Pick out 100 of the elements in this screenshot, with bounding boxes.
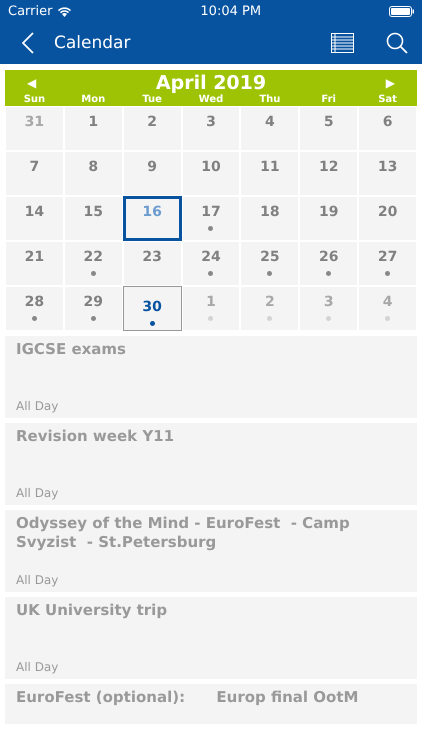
event-card[interactable]: Revision week Y11 All Day [5,423,417,505]
day-cell[interactable]: 23 [122,241,182,286]
day-number: 14 [24,204,44,220]
day-cell[interactable]: 8 [64,151,123,196]
day-number: 7 [30,159,40,175]
day-cell[interactable]: 3 [299,286,358,331]
day-number: 15 [84,204,104,220]
event-time: All Day [16,486,60,500]
day-number: 1 [206,294,216,310]
day-number: 27 [378,249,398,265]
day-number: 30 [142,299,162,315]
day-number: 2 [264,294,275,310]
clock-time: 10:04 PM [200,4,262,18]
battery-icon [389,6,414,16]
day-number: 3 [206,114,216,130]
event-time: All Day [16,573,60,587]
weekday-label: Mon [80,94,106,105]
day-cell[interactable]: 2 [240,286,300,331]
day-cell[interactable]: 25 [240,241,300,286]
day-cell[interactable]: 18 [240,196,300,241]
day-number: 22 [84,249,104,265]
day-number: 8 [88,159,98,175]
list-view-button[interactable] [331,33,354,53]
day-number: 19 [318,204,338,220]
day-cell[interactable]: 15 [64,196,123,241]
wifi-icon [57,6,72,16]
day-cell[interactable]: 10 [182,151,240,196]
day-cell[interactable]: 3 [182,106,240,151]
day-number: 11 [260,159,280,175]
day-number: 28 [24,294,44,310]
event-title: Odyssey of the Mind - EuroFest - Camp Svyzist - St.Petersburg [16,514,351,552]
day-number: 25 [260,249,280,265]
day-number: 4 [264,114,275,130]
day-cell[interactable]: 1 [64,106,123,151]
day-number: 31 [24,114,44,130]
day-cell[interactable]: 9 [122,151,182,196]
day-cell[interactable]: 30 [122,286,182,331]
day-cell[interactable]: 26 [299,241,358,286]
day-number: 13 [378,159,398,175]
search-button[interactable] [386,32,408,54]
weekday-label: Thu [258,94,282,105]
day-number: 26 [318,249,338,265]
next-month-button[interactable]: ▶ [386,76,395,90]
event-title: EuroFest (optional): Europ final OotM [16,688,360,707]
day-cell[interactable]: 27 [358,241,417,286]
day-number: 4 [382,294,392,310]
event-title: UK University trip [16,601,168,620]
event-title: Revision week Y11 [16,427,176,446]
day-cell[interactable]: 4 [358,286,417,331]
day-cell[interactable]: 28 [5,286,64,331]
day-number: 16 [142,204,162,220]
event-card[interactable]: IGCSE exams All Day [5,336,417,418]
carrier-label: Carrier [8,4,52,18]
day-number: 10 [201,159,221,175]
day-cell[interactable]: 13 [358,151,417,196]
back-button[interactable] [22,32,34,54]
event-card[interactable]: Odyssey of the Mind - EuroFest - Camp Svyzist - St.Petersburg All Day [5,510,417,592]
weekday-label: Tue [141,94,163,105]
event-card[interactable]: UK University trip All Day [5,597,417,679]
day-cell[interactable]: 29 [64,286,123,331]
day-number: 3 [324,294,334,310]
day-cell[interactable]: 1 [182,286,240,331]
day-cell[interactable]: 2 [122,106,182,151]
day-number: 20 [378,204,398,220]
day-cell[interactable]: 14 [5,196,64,241]
day-cell[interactable]: 4 [240,106,300,151]
event-time: All Day [16,399,60,413]
day-number: 6 [382,114,392,130]
weekday-label: Sat [377,94,398,105]
weekday-label: Sun [22,94,46,105]
day-number: 12 [318,159,338,175]
day-cell[interactable]: 31 [5,106,64,151]
day-number: 9 [147,159,157,175]
previous-month-button[interactable]: ◀ [27,76,36,90]
event-time: All Day [16,660,60,674]
day-number: 17 [201,204,221,220]
day-cell[interactable]: 12 [299,151,358,196]
day-cell[interactable]: 16 [122,196,182,241]
day-cell[interactable]: 19 [299,196,358,241]
weekday-label: Wed [198,94,224,105]
day-cell[interactable]: 22 [64,241,123,286]
event-title: IGCSE exams [16,340,127,359]
event-card[interactable]: EuroFest (optional): Europ final OotM [5,684,417,724]
page-title: Calendar [54,33,132,53]
day-cell[interactable]: 7 [5,151,64,196]
day-number: 21 [24,249,44,265]
day-cell[interactable]: 6 [358,106,417,151]
day-cell[interactable]: 20 [358,196,417,241]
day-number: 1 [88,114,98,130]
weekday-label: Fri [320,94,337,105]
day-cell[interactable]: 21 [5,241,64,286]
day-number: 18 [260,204,280,220]
day-cell[interactable]: 11 [240,151,300,196]
day-cell[interactable]: 5 [299,106,358,151]
day-number: 24 [201,249,221,265]
day-number: 5 [324,114,334,130]
day-cell[interactable]: 17 [182,196,240,241]
day-number: 23 [142,249,162,265]
day-number: 2 [147,114,157,130]
day-cell[interactable]: 24 [182,241,240,286]
